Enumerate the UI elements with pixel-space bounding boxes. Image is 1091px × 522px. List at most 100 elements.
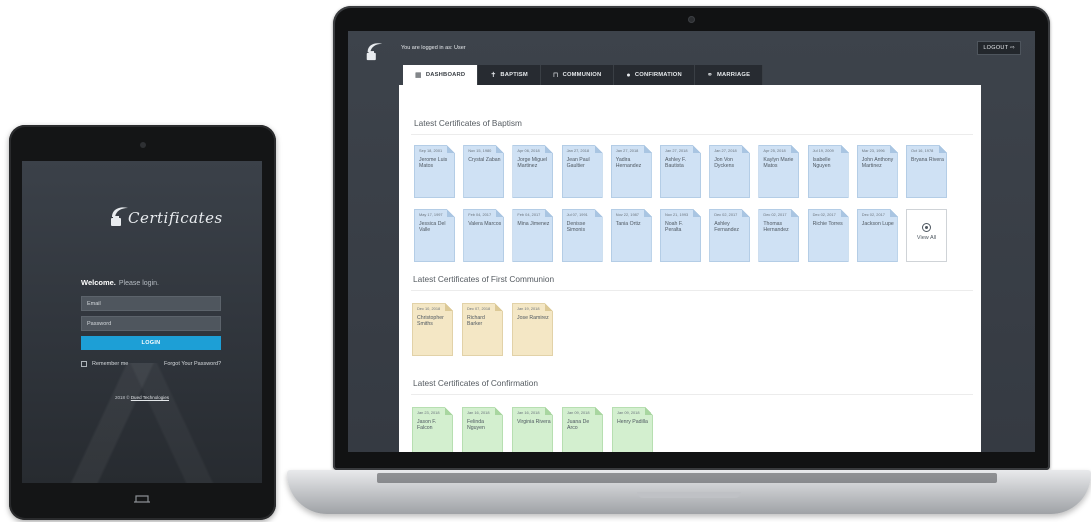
page-fold-icon <box>693 209 701 217</box>
card-name: Jose Ramirez <box>517 315 549 321</box>
certificate-logo-icon <box>366 43 383 61</box>
certificate-card[interactable]: Nov 22, 1987 Tania Ortiz <box>611 209 652 262</box>
certificate-card[interactable]: Jan 09, 2018 Juana De Arco <box>562 407 603 452</box>
certificate-card[interactable]: Sep 18, 2001 Jerome Luis Matos <box>414 145 455 198</box>
logout-button[interactable]: LOGOUT ⇨ <box>977 41 1021 55</box>
page-fold-icon <box>545 209 554 217</box>
card-name: Mina Jimenez <box>517 221 550 227</box>
footer: 2018 © Dued Technologies <box>22 395 262 400</box>
page-fold-icon <box>643 145 652 153</box>
card-date: Jul 19, 2009 <box>812 148 834 153</box>
laptop-lid: You are logged in as: User LOGOUT ⇨ ▦ DA… <box>333 6 1050 470</box>
page-fold-icon <box>693 145 701 153</box>
page-fold-icon <box>445 303 453 311</box>
certificate-logo-icon <box>111 207 128 226</box>
certificate-card[interactable]: Jan 23, 2018 Jason F. Falcon <box>412 407 453 452</box>
communion-section-title: Latest Certificates of First Communion <box>413 274 555 284</box>
card-date: Nov 22, 1987 <box>615 212 639 217</box>
card-date: Oct 16, 1978 <box>911 148 934 153</box>
please-login-text: Please login. <box>118 280 159 287</box>
card-date: Jan 27, 2018 <box>714 148 737 153</box>
email-field[interactable]: Email <box>81 296 221 311</box>
tab-dashboard[interactable]: ▦ DASHBOARD <box>403 65 479 85</box>
login-button[interactable]: LOGIN <box>81 336 221 350</box>
card-name: Tania Ortiz <box>615 221 641 227</box>
certificate-card[interactable]: Jan 27, 2018 Jon Von Dyckens <box>709 145 751 198</box>
certificate-card[interactable]: Jul 19, 2009 Isabelle Nguyen <box>808 145 849 198</box>
certificate-card[interactable]: Nov 21, 1993 Noah F. Peralta <box>660 209 701 262</box>
certificate-card[interactable]: Jan 09, 2018 Henry Padilla <box>612 407 653 452</box>
card-name: Richie Torres <box>812 221 843 227</box>
page-fold-icon <box>840 209 849 217</box>
page-fold-icon <box>791 209 800 217</box>
certificate-card[interactable]: Dec 10, 2018 Christopher Smiths <box>412 303 453 356</box>
cross-icon: ✝ <box>490 72 497 79</box>
card-name: Crystal Zaban <box>468 157 501 163</box>
card-name: Denisse Simonis <box>566 221 586 234</box>
card-name: Richard Barker <box>467 315 485 328</box>
remember-me-checkbox[interactable] <box>81 361 87 367</box>
certificate-card[interactable]: Feb 04, 2017 Valera Marcos <box>463 209 505 262</box>
certificate-card[interactable]: Mar 23, 1996 John Anthony Martinez <box>857 145 898 198</box>
dashboard-panel: Latest Certificates of Baptism Sep 18, 2… <box>399 85 981 452</box>
certificate-card[interactable]: Jan 27, 2018 Yadira Hernandez <box>611 145 652 198</box>
page-fold-icon <box>742 145 751 153</box>
book-icon: ⊓ <box>552 72 559 79</box>
rings-icon: ⚭ <box>706 72 713 79</box>
card-date: Dec 10, 2018 <box>417 306 441 311</box>
certificate-card[interactable]: Feb 04, 2017 Mina Jimenez <box>512 209 554 262</box>
footer-company-link[interactable]: Dued Technologies <box>131 395 169 400</box>
tab-marriage[interactable]: ⚭ MARRIAGE <box>694 65 764 85</box>
page-fold-icon <box>447 145 455 153</box>
certificate-card[interactable]: Jan 16, 2018 Virginia Rivera <box>512 407 553 452</box>
page-fold-icon <box>495 303 503 311</box>
card-date: Mar 23, 1996 <box>861 148 885 153</box>
card-name: Jorge Miguel Martinez <box>517 157 548 170</box>
view-all-baptism-button[interactable]: View All <box>906 209 947 262</box>
card-date: Jan 09, 2018 <box>567 410 590 415</box>
brand-title: Certificates <box>128 209 223 227</box>
card-date: Apr 06, 2018 <box>517 148 540 153</box>
section-divider <box>411 134 973 135</box>
forgot-password-link[interactable]: Forgot Your Password? <box>164 361 221 367</box>
certificate-card[interactable]: Dec 02, 2017 Richie Torres <box>808 209 849 262</box>
card-date: Jul 07, 1991 <box>566 212 588 217</box>
card-date: Dec 02, 2017 <box>763 212 787 217</box>
card-name: Jessica Del Valle <box>419 221 446 234</box>
certificate-card[interactable]: Oct 16, 1978 Bryana Rivera <box>906 145 947 198</box>
welcome-heading: Welcome. <box>81 278 116 287</box>
certificate-card[interactable]: Dec 02, 2017 Ashley Fernandez <box>709 209 751 262</box>
certificate-card[interactable]: May 17, 1997 Jessica Del Valle <box>414 209 455 262</box>
card-name: Jackson Lupe <box>861 221 894 227</box>
card-date: Sep 18, 2001 <box>419 148 443 153</box>
tab-confirmation[interactable]: ● CONFIRMATION <box>614 65 695 85</box>
keyboard-edge <box>377 473 997 483</box>
page-fold-icon <box>495 407 503 415</box>
card-name: Kaylyn Marie Matos <box>763 157 794 170</box>
tab-communion[interactable]: ⊓ COMMUNION <box>540 65 615 85</box>
certificate-card[interactable]: Jan 16, 2018 Felinda Nguyen <box>462 407 503 452</box>
password-field[interactable]: Password <box>81 316 221 331</box>
card-name: Thomas Hernandez <box>763 221 789 234</box>
certificate-card[interactable]: Jan 19, 2018 Jose Ramirez <box>512 303 553 356</box>
certificate-card[interactable]: Nov 15, 1980 Crystal Zaban <box>463 145 505 198</box>
page-fold-icon <box>939 145 947 153</box>
certificate-card[interactable]: Apr 06, 2018 Jorge Miguel Martinez <box>512 145 554 198</box>
tab-baptism[interactable]: ✝ BAPTISM <box>478 65 541 85</box>
page-fold-icon <box>496 209 505 217</box>
card-name: Jean Paul Gaultier <box>566 157 590 170</box>
certificate-card[interactable]: Apr 25, 2018 Kaylyn Marie Matos <box>758 145 800 198</box>
card-name: Ashley Fernandez <box>714 221 739 234</box>
page-fold-icon <box>545 145 554 153</box>
card-name: Valera Marcos <box>468 221 502 227</box>
certificate-card[interactable]: Dec 02, 2017 Jackson Lupe <box>857 209 898 262</box>
page-fold-icon <box>840 145 849 153</box>
circle-icon: ● <box>626 71 631 79</box>
certificate-card[interactable]: Jul 07, 1991 Denisse Simonis <box>562 209 603 262</box>
certificate-card[interactable]: Dec 02, 2017 Thomas Hernandez <box>758 209 800 262</box>
card-name: Christopher Smiths <box>417 315 444 328</box>
certificate-card[interactable]: Dec 07, 2018 Richard Barker <box>462 303 503 356</box>
card-name: Jason F. Falcon <box>417 419 437 432</box>
certificate-card[interactable]: Jan 27, 2018 Ashley F. Bautista <box>660 145 701 198</box>
certificate-card[interactable]: Jan 27, 2018 Jean Paul Gaultier <box>562 145 603 198</box>
